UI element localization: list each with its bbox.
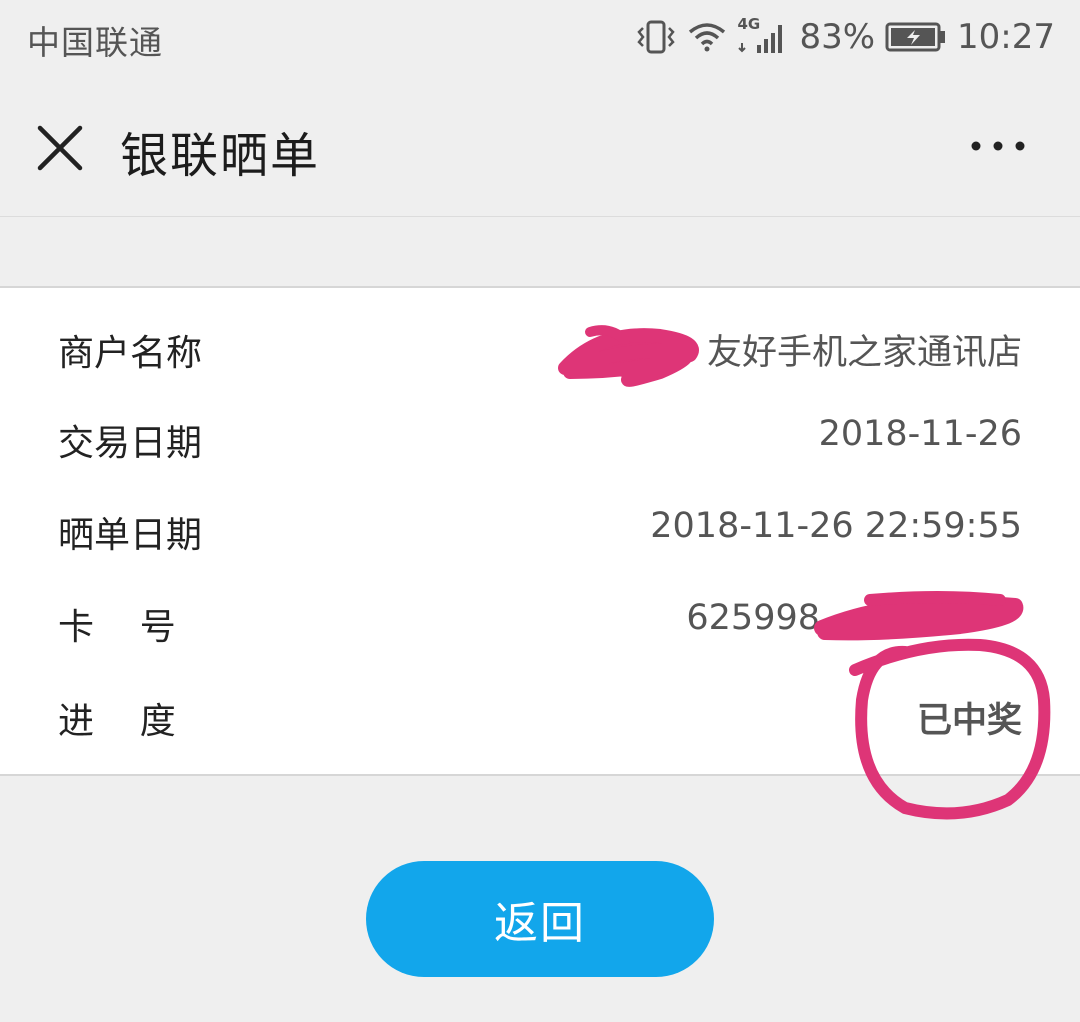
share-date-label: 晒单日期	[58, 515, 203, 556]
close-icon	[37, 125, 83, 171]
signal-icon: 4G	[737, 15, 789, 57]
card-number-label: 卡 号	[58, 607, 176, 648]
progress-value: 已中奖	[916, 701, 1022, 741]
status-icons: 4G 83% 10:27	[635, 14, 1055, 60]
progress-label: 进 度	[58, 701, 176, 742]
carrier-name: 中国联通	[27, 23, 163, 62]
clock: 10:27	[957, 17, 1055, 57]
merchant-label: 商户名称	[58, 333, 203, 374]
more-icon	[971, 141, 1025, 151]
trade-date-value: 2018-11-26	[818, 414, 1022, 454]
trade-date-label: 交易日期	[58, 423, 203, 464]
battery-percent: 83%	[799, 17, 876, 57]
detail-row-merchant: 商户名称 友好手机之家通讯店	[0, 302, 1080, 392]
more-button[interactable]	[966, 126, 1030, 166]
close-button[interactable]	[32, 120, 88, 176]
share-date-value: 2018-11-26 22:59:55	[650, 506, 1022, 546]
detail-row-share-date: 晒单日期 2018-11-26 22:59:55	[0, 484, 1080, 574]
battery-charging-icon	[885, 21, 947, 53]
vibrate-icon	[635, 20, 677, 54]
wifi-icon	[687, 20, 727, 54]
merchant-value: 友好手机之家通讯店	[706, 333, 1022, 373]
order-detail-card: 商户名称 友好手机之家通讯店 交易日期 2018-11-26 晒单日期 2018…	[0, 286, 1080, 776]
card-number-value: 625998	[686, 598, 820, 638]
page-title: 银联晒单	[120, 128, 321, 184]
status-bar: 中国联通 4G 83% 10:27	[0, 0, 1080, 78]
detail-row-card-number: 卡 号 625998	[0, 576, 1080, 666]
title-bar: 银联晒单	[0, 78, 1080, 217]
detail-row-trade-date: 交易日期 2018-11-26	[0, 392, 1080, 482]
detail-row-progress: 进 度 已中奖	[0, 670, 1080, 760]
back-button[interactable]: 返回	[366, 861, 714, 977]
